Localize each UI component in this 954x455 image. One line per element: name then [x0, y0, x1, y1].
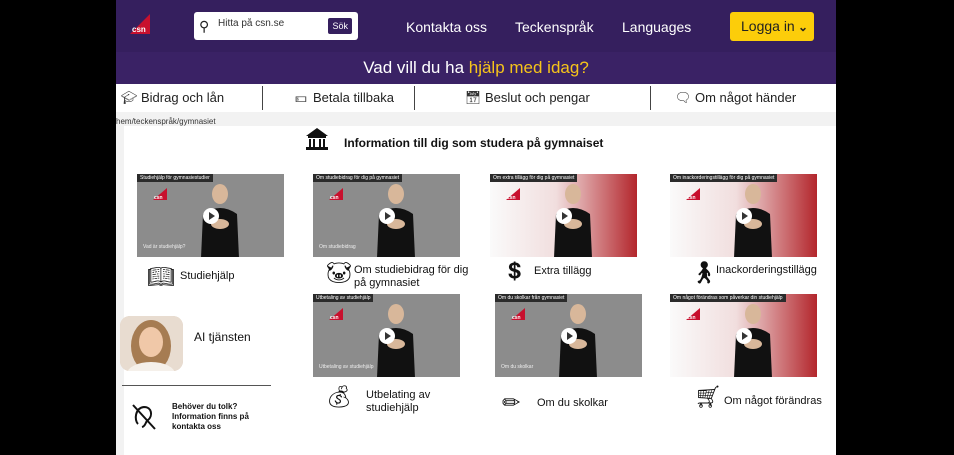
traveler-icon: 🚶︎: [690, 260, 718, 285]
category-label: Beslut och pengar: [485, 90, 590, 105]
csn-logo: csn: [329, 188, 343, 201]
video-link-label[interactable]: Om studiebidrag för dig på gymnasiet: [354, 264, 474, 290]
play-icon[interactable]: [561, 328, 577, 344]
play-icon[interactable]: [379, 328, 395, 344]
video-thumbnail[interactable]: Om extra tillägg för dig på gymnasiet csn: [490, 174, 637, 257]
video-link-label[interactable]: Utbelating av studiehjälp: [366, 389, 456, 415]
video-link-label[interactable]: Om du skolkar: [537, 397, 627, 410]
search-box: ⚲ Sök: [194, 12, 358, 40]
help-prefix: Vad vill du ha: [363, 58, 469, 77]
help-highlight: hjälp med idag?: [468, 58, 589, 77]
chat-icon: 🗨︎: [674, 90, 692, 105]
interpreter-info[interactable]: Behöver du tolk? Information finns på ko…: [172, 402, 252, 432]
svg-text:csn: csn: [512, 315, 521, 321]
svg-text:csn: csn: [154, 195, 163, 201]
ai-service-link[interactable]: AI tjänsten: [194, 330, 251, 344]
video-caption: Om du skolkar: [501, 364, 534, 370]
video-thumbnail[interactable]: Om studiebidrag för dig på gymnasiet csn O…: [313, 174, 460, 257]
divider: [650, 86, 651, 110]
video-link-label[interactable]: Inackorderingstillägg: [716, 264, 826, 277]
category-om-nagot-hander[interactable]: 🗨︎ Om något händer: [674, 84, 796, 112]
chevron-down-icon: ⌄: [797, 20, 808, 34]
video-caption: Utbetaling av studiehjälp: [319, 364, 374, 370]
csn-logo: csn: [686, 308, 700, 321]
csn-logo: csn: [686, 188, 700, 201]
search-icon: ⚲: [199, 18, 210, 34]
ai-avatar[interactable]: [120, 316, 183, 371]
csn-logo: csn: [511, 308, 525, 321]
page: csn ⚲ Sök Kontakta oss Teckenspråk Langu…: [116, 0, 836, 455]
svg-text:csn: csn: [330, 315, 339, 321]
category-bidrag-och-lan[interactable]: 🎓︎ Bidrag och lån: [120, 84, 224, 112]
search-button[interactable]: Sök: [328, 18, 352, 34]
csn-logo: csn: [329, 308, 343, 321]
graduation-cap-icon: 🎓︎: [120, 90, 138, 105]
svg-text:csn: csn: [687, 315, 696, 321]
help-banner: Vad vill du ha hjälp med idag?: [116, 52, 836, 84]
login-button[interactable]: Logga in ⌄: [730, 12, 814, 41]
login-label: Logga in: [741, 18, 795, 34]
video-thumbnail[interactable]: Studiehjälp för gymnasiestudier csn Vad är…: [137, 174, 284, 257]
money-bag-icon: 💰︎: [325, 384, 353, 409]
nav-languages[interactable]: Languages: [622, 19, 691, 35]
divider: [414, 86, 415, 110]
search-input[interactable]: [218, 18, 326, 29]
svg-text:csn: csn: [132, 25, 146, 34]
video-thumbnail[interactable]: Utbetaling av studiehjälp csn Utbetaling a…: [313, 294, 460, 377]
csn-logo[interactable]: csn: [126, 10, 154, 38]
video-thumbnail[interactable]: Om du skolkar från gymnasiet csn Om du sko…: [495, 294, 642, 377]
school-icon: [306, 128, 328, 150]
play-icon[interactable]: [556, 208, 572, 224]
video-caption: Om studiebidrag: [319, 244, 356, 250]
svg-text:csn: csn: [507, 195, 516, 201]
hand-truck-icon: 🛒︎: [694, 384, 722, 409]
avatar: [120, 316, 183, 371]
category-betala-tillbaka[interactable]: 💵︎ Betala tillbaka: [292, 84, 394, 112]
category-label: Bidrag och lån: [141, 90, 225, 105]
hearing-impaired-icon: [132, 404, 156, 430]
calendar-icon: 📅︎: [464, 90, 482, 105]
csn-logo: csn: [153, 188, 167, 201]
top-bar: csn ⚲ Sök Kontakta oss Teckenspråk Langu…: [116, 0, 836, 52]
divider: [262, 86, 263, 110]
divider: [122, 385, 271, 386]
money-icon: 💵︎: [295, 90, 307, 105]
svg-text:csn: csn: [330, 195, 339, 201]
video-link-label[interactable]: Studiehjälp: [180, 270, 270, 283]
book-hand-icon: 📖︎: [147, 264, 175, 289]
video-thumbnail[interactable]: Om något förändras som påverkar din stud…: [670, 294, 817, 377]
video-link-label[interactable]: Extra tillägg: [534, 265, 634, 278]
play-icon[interactable]: [736, 328, 752, 344]
nav-kontakta-oss[interactable]: Kontakta oss: [406, 19, 487, 35]
category-label: Om något händer: [695, 90, 797, 105]
coin-hand-icon: 💲︎: [508, 258, 522, 283]
piggy-bank-icon: 🐷︎: [325, 260, 353, 285]
video-link-label[interactable]: Om något förändras: [724, 395, 834, 408]
category-bar: 🎓︎ Bidrag och lån 💵︎ Betala tillbaka 📅︎ Bes…: [116, 84, 836, 112]
play-icon[interactable]: [379, 208, 395, 224]
category-label: Betala tillbaka: [313, 90, 394, 105]
video-thumbnail[interactable]: Om inackorderingstillägg för dig på gymn…: [670, 174, 817, 257]
breadcrumb[interactable]: hem/teckenspråk/gymnasiet: [116, 117, 216, 126]
csn-logo: csn: [506, 188, 520, 201]
video-caption: Vad är studiehjälp?: [143, 244, 186, 250]
play-icon[interactable]: [203, 208, 219, 224]
pencil-icon: ✏︎: [502, 390, 521, 415]
svg-text:csn: csn: [687, 195, 696, 201]
page-title: Information till dig som studera på gymn…: [344, 136, 604, 150]
category-beslut-och-pengar[interactable]: 📅︎ Beslut och pengar: [464, 84, 590, 112]
nav-teckensprak[interactable]: Teckenspråk: [515, 19, 594, 35]
play-icon[interactable]: [736, 208, 752, 224]
video-title: Utbetaling av studiehjälp: [313, 294, 374, 302]
